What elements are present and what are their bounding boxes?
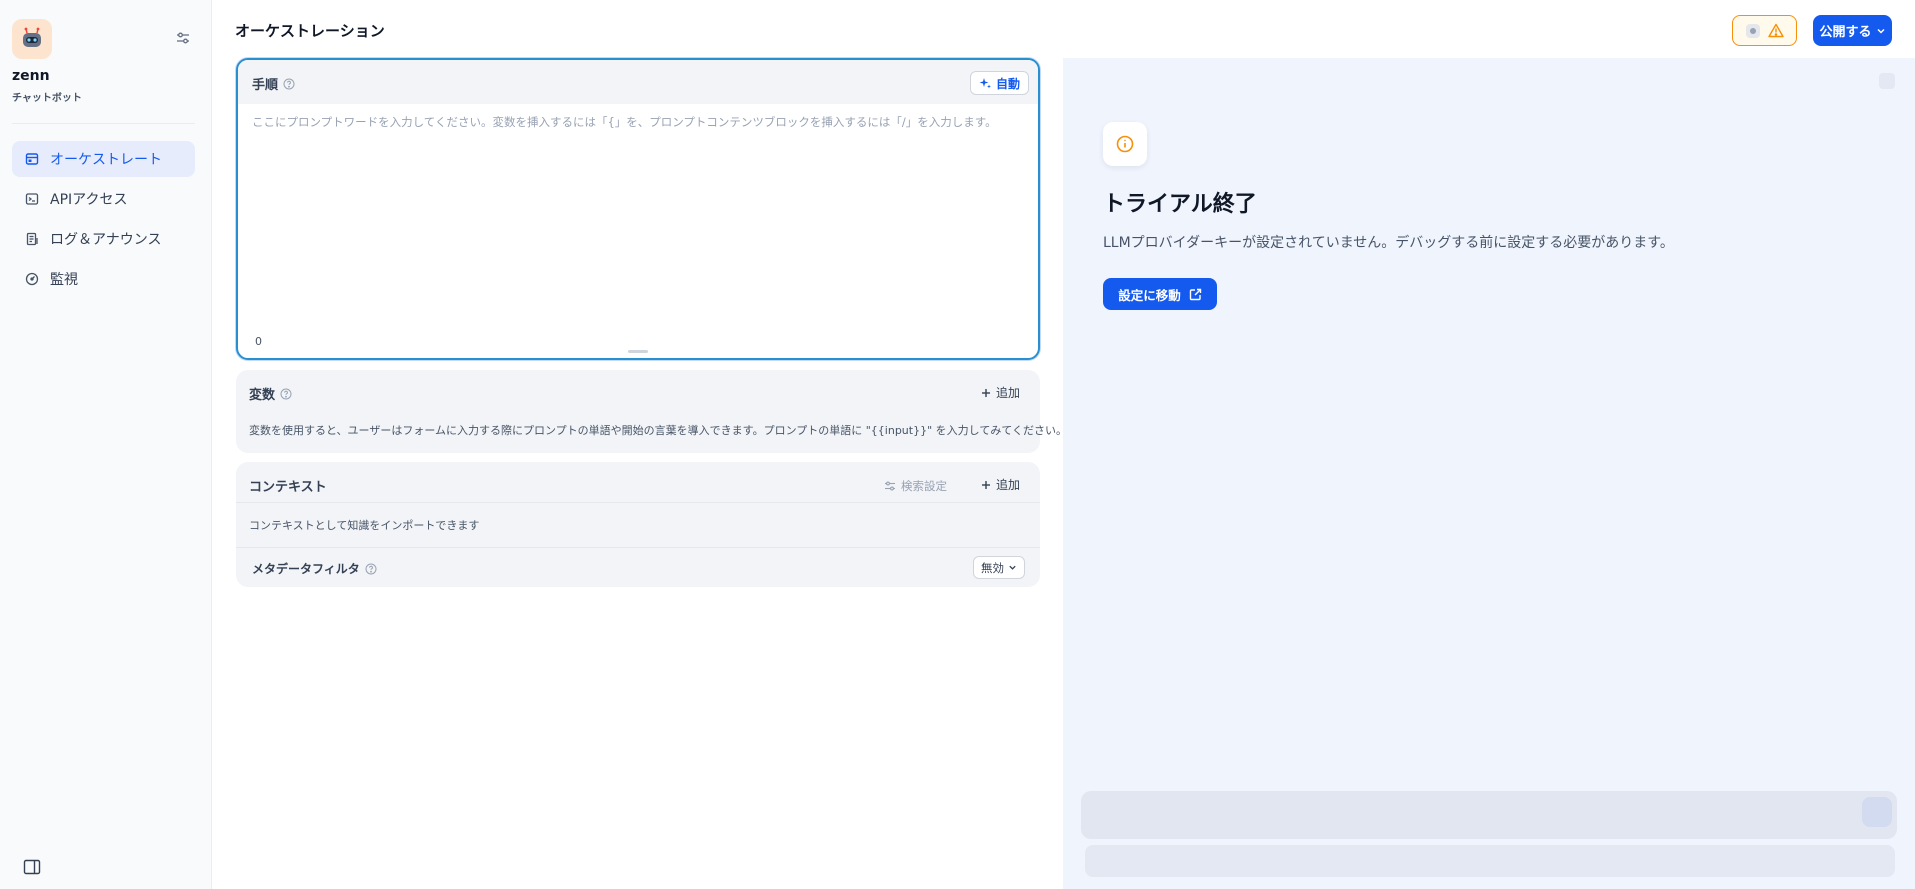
terminal-icon [24,191,40,207]
sidebar-item-api-access[interactable]: APIアクセス [12,181,195,217]
instructions-header: 手順 自動 [238,60,1038,104]
collapse-sidebar-button[interactable] [21,857,43,877]
app-name: zenn [12,68,50,84]
publish-button[interactable]: 公開する [1813,15,1892,46]
robot-icon [23,27,41,47]
sidebar-panel-icon [23,859,41,875]
metadata-filter-label: メタデータフィルタ [252,562,360,576]
retrieval-settings-button[interactable]: 検索設定 [884,478,947,494]
app-settings-button[interactable] [170,26,196,50]
prompt-input[interactable] [252,114,1022,294]
resize-handle[interactable] [628,350,648,353]
status-warning-group[interactable] [1732,15,1797,46]
sidebar-item-label: ログ＆アナウンス [50,232,162,248]
info-icon [1103,122,1147,166]
sliders-icon [177,32,189,44]
sparkle-icon [979,77,991,88]
sidebar-item-label: APIアクセス [50,192,128,208]
context-divider [236,502,1040,503]
plus-icon [981,480,990,489]
sidebar-divider [12,123,195,124]
metadata-filter-select[interactable]: 無効 [973,556,1025,579]
variables-description: 変数を使用すると、ユーザーはフォームに入力する際にプロンプトの単語や開始の言葉を… [249,424,1067,437]
sidebar: zenn チャットボット オーケストレート APIアクセス ログ＆アナウンス 監… [0,0,212,889]
plus-icon [981,388,990,397]
auto-generate-button[interactable]: 自動 [969,71,1029,95]
instructions-panel: 手順 自動 0 [236,58,1040,360]
go-to-settings-label: 設定に移動 [1118,287,1181,303]
instructions-title-text: 手順 [252,78,279,93]
warning-icon [1767,23,1784,38]
app-avatar[interactable] [12,19,52,59]
sidebar-item-monitoring[interactable]: 監視 [12,261,195,297]
publish-label: 公開する [1819,25,1872,40]
add-variable-label: 追加 [995,386,1020,400]
metadata-filter-title: メタデータフィルタ [252,560,377,577]
help-circle-icon[interactable] [283,78,295,90]
chevron-down-icon [1876,28,1885,34]
trial-ended-title: トライアル終了 [1103,192,1257,217]
auto-generate-label: 自動 [995,76,1020,91]
chat-footer-placeholder [1085,845,1895,877]
preview-gear-icon [1879,73,1895,89]
file-list-icon [24,231,40,247]
context-divider [236,547,1040,548]
page-title: オーケストレーション [235,22,385,40]
chevron-down-icon [1009,565,1016,570]
add-context-label: 追加 [995,478,1020,492]
chat-input-placeholder [1081,791,1897,839]
model-status-icon [1745,23,1760,38]
sidebar-item-orchestrate[interactable]: オーケストレート [12,141,195,177]
context-title: コンテキスト [249,480,327,495]
sidebar-item-logs[interactable]: ログ＆アナウンス [12,221,195,257]
variables-title-text: 変数 [249,388,276,403]
instructions-title: 手順 [252,74,295,93]
sidebar-item-label: 監視 [50,272,78,288]
settings-sliders-icon [885,481,895,491]
context-panel: コンテキスト 検索設定 追加 コンテキストとして知識をインポートできます メタデ… [236,462,1040,587]
dashboard-icon [24,271,40,287]
sidebar-nav: オーケストレート APIアクセス ログ＆アナウンス 監視 [12,141,195,301]
help-circle-icon[interactable] [280,388,292,400]
variables-title: 変数 [249,384,292,403]
app-type: チャットボット [12,93,82,104]
help-circle-icon[interactable] [365,563,377,575]
char-count: 0 [255,335,262,348]
sidebar-item-label: オーケストレート [50,152,162,168]
layout-icon [24,151,40,167]
context-description: コンテキストとして知識をインポートできます [249,519,480,532]
external-link-icon [1189,288,1201,300]
send-icon [1862,797,1892,827]
trial-ended-description: LLMプロバイダーキーが設定されていません。デバッグする前に設定する必要がありま… [1103,235,1674,251]
go-to-settings-button[interactable]: 設定に移動 [1103,278,1217,310]
debug-preview-panel: トライアル終了 LLMプロバイダーキーが設定されていません。デバッグする前に設定… [1063,58,1915,889]
retrieval-settings-label: 検索設定 [901,479,947,493]
add-context-button[interactable]: 追加 [981,476,1020,493]
add-variable-button[interactable]: 追加 [981,384,1020,401]
metadata-filter-value: 無効 [981,560,1004,575]
variables-panel: 変数 追加 変数を使用すると、ユーザーはフォームに入力する際にプロンプトの単語や… [236,370,1067,453]
